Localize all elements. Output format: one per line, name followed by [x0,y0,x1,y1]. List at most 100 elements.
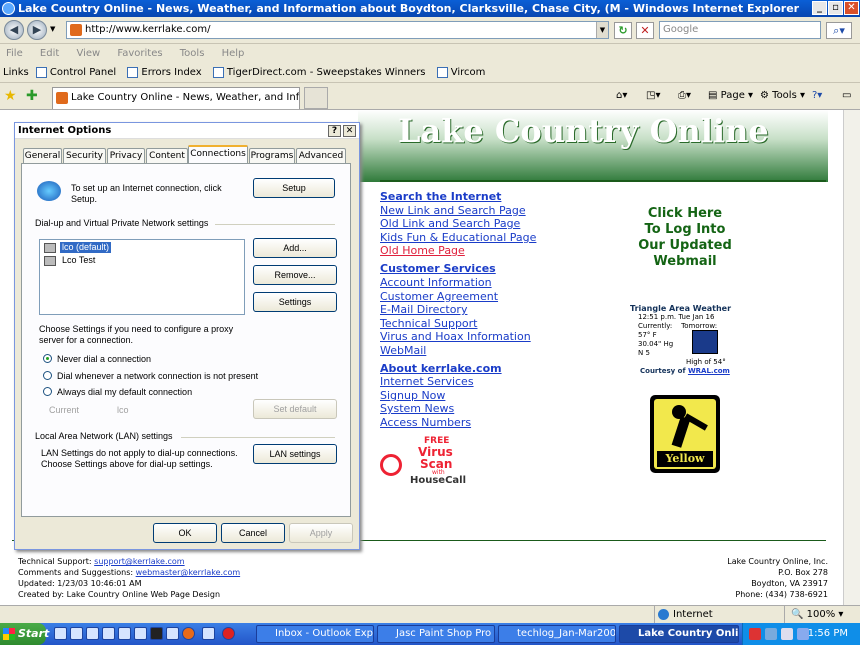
vertical-scrollbar[interactable] [843,110,860,605]
search-icon[interactable]: ⌕▾ [826,22,852,39]
quicklaunch-acrobat-icon[interactable] [222,627,235,640]
tray-icon[interactable] [749,628,761,640]
menu-edit[interactable]: Edit [40,48,59,59]
address-dropdown-icon[interactable]: ▼ [596,22,608,38]
quicklaunch-app-icon[interactable] [86,627,99,640]
history-dropdown-icon[interactable]: ▼ [50,25,55,33]
tab-advanced[interactable]: Advanced [296,148,346,164]
link-internet-services[interactable]: Internet Services [380,375,474,388]
link-control-panel[interactable]: Control Panel [50,67,116,78]
quicklaunch-app-icon[interactable] [134,627,147,640]
quicklaunch-firefox-icon[interactable] [182,627,195,640]
feeds-icon[interactable]: ◳▾ [646,89,660,103]
link-kids-fun[interactable]: Kids Fun & Educational Page [380,231,536,244]
refresh-icon[interactable]: ↻ [614,22,632,39]
quicklaunch-media-icon[interactable] [102,627,115,640]
favorites-star-icon[interactable]: ★ [4,88,17,104]
connection-label[interactable]: Lco Test [62,255,95,266]
address-text[interactable]: http://www.kerrlake.com/ [85,24,210,35]
radio-always-dial-label[interactable]: Always dial my default connection [57,387,192,398]
set-default-button[interactable]: Set default [253,399,337,419]
maximize-button[interactable]: ▫ [828,1,843,15]
close-button[interactable]: ✕ [844,1,859,15]
address-bar[interactable]: http://www.kerrlake.com/ ▼ [66,21,609,39]
link-access-numbers[interactable]: Access Numbers [380,416,471,429]
research-icon[interactable]: ▭ [842,89,851,103]
connections-list[interactable]: lco (default) Lco Test [39,239,245,315]
virus-scan-link[interactable]: FREE Virus Scan with HouseCall [380,436,466,486]
menu-view[interactable]: View [76,48,100,59]
webmaster-email-link[interactable]: webmaster@kerrlake.com [136,568,240,577]
link-account-info[interactable]: Account Information [380,276,492,289]
remove-button[interactable]: Remove... [253,265,337,285]
cancel-button[interactable]: Cancel [221,523,285,543]
task-outlook[interactable]: Inbox - Outlook Expr... [256,625,374,643]
browser-tab[interactable]: Lake Country Online - News, Weather, and… [52,87,300,109]
link-system-news[interactable]: System News [380,402,454,415]
page-menu-button[interactable]: ▤ Page ▾ [708,89,753,103]
minimize-button[interactable]: _ [812,1,827,15]
radio-dial-whenever[interactable] [43,371,52,380]
quicklaunch-app-icon[interactable] [202,627,215,640]
radio-always-dial[interactable] [43,387,52,396]
quicklaunch-ie-icon[interactable] [54,627,67,640]
menu-file[interactable]: File [6,48,23,59]
link-old-search[interactable]: Old Link and Search Page [380,217,520,230]
tray-icon[interactable] [781,628,793,640]
task-ie-active[interactable]: Lake Country Onli... [619,625,739,643]
tab-title[interactable]: Lake Country Online - News, Weather, and… [71,92,299,103]
link-webmail[interactable]: WebMail [380,344,426,357]
quicklaunch-app-icon[interactable] [166,627,179,640]
task-techlog[interactable]: techlog_Jan-Mar200... [498,625,616,643]
link-customer-agreement[interactable]: Customer Agreement [380,290,498,303]
ok-button[interactable]: OK [153,523,217,543]
home-icon[interactable]: ⌂▾ [616,89,627,103]
search-input[interactable]: Google [659,21,821,39]
settings-button[interactable]: Settings [253,292,337,312]
tray-icon[interactable] [765,628,777,640]
quicklaunch-outlook-icon[interactable] [70,627,83,640]
link-email-directory[interactable]: E-Mail Directory [380,303,467,316]
help-icon[interactable]: ?▾ [812,89,822,103]
link-technical-support[interactable]: Technical Support [380,317,478,330]
link-signup[interactable]: Signup Now [380,389,445,402]
tools-menu-button[interactable]: ⚙ Tools ▾ [760,89,805,103]
quicklaunch-cmd-icon[interactable] [150,627,163,640]
stop-icon[interactable]: ✕ [636,22,654,39]
link-new-search[interactable]: New Link and Search Page [380,204,526,217]
dialog-help-button[interactable]: ? [328,125,341,137]
weather-widget[interactable]: Triangle Area Weather 12:51 p.m. Tue Jan… [630,304,740,376]
dialog-close-button[interactable]: ✕ [343,125,356,137]
webmail-login-link[interactable]: Click Here To Log Into Our Updated Webma… [620,206,750,270]
search-heading-link[interactable]: Search the Internet [380,190,501,203]
start-button[interactable]: Start [0,623,49,645]
add-favorites-icon[interactable]: ✚ [26,88,38,104]
connection-label[interactable]: lco (default) [60,242,112,253]
link-tigerdirect[interactable]: TigerDirect.com - Sweepstakes Winners [227,67,426,78]
tray-icon[interactable] [797,628,809,640]
zoom-control[interactable]: 🔍 100% ▾ [784,606,860,623]
link-vircom[interactable]: Vircom [451,67,486,78]
forward-button[interactable]: ▶ [27,20,47,40]
tab-connections[interactable]: Connections [188,145,248,164]
radio-never-dial-label[interactable]: Never dial a connection [57,354,151,365]
lan-settings-button[interactable]: LAN settings [253,444,337,464]
support-email-link[interactable]: support@kerrlake.com [94,557,184,566]
task-paintshop[interactable]: Jasc Paint Shop Pro -... [377,625,495,643]
tab-security[interactable]: Security [63,148,106,164]
clock[interactable]: 1:56 PM [808,628,848,639]
new-tab-button[interactable] [304,87,328,109]
about-heading[interactable]: About kerrlake.com [380,362,502,375]
customer-services-heading[interactable]: Customer Services [380,262,496,275]
menu-help[interactable]: Help [222,48,245,59]
apply-button[interactable]: Apply [289,523,353,543]
print-icon[interactable]: ⎙▾ [678,89,691,103]
yellow-pages-link[interactable]: Yellow [650,395,720,473]
tab-content[interactable]: Content [146,148,188,164]
tab-privacy[interactable]: Privacy [107,148,145,164]
menu-favorites[interactable]: Favorites [117,48,162,59]
link-errors-index[interactable]: Errors Index [141,67,201,78]
link-old-home[interactable]: Old Home Page [380,244,465,257]
back-button[interactable]: ◀ [4,20,24,40]
link-virus-hoax[interactable]: Virus and Hoax Information [380,330,531,343]
